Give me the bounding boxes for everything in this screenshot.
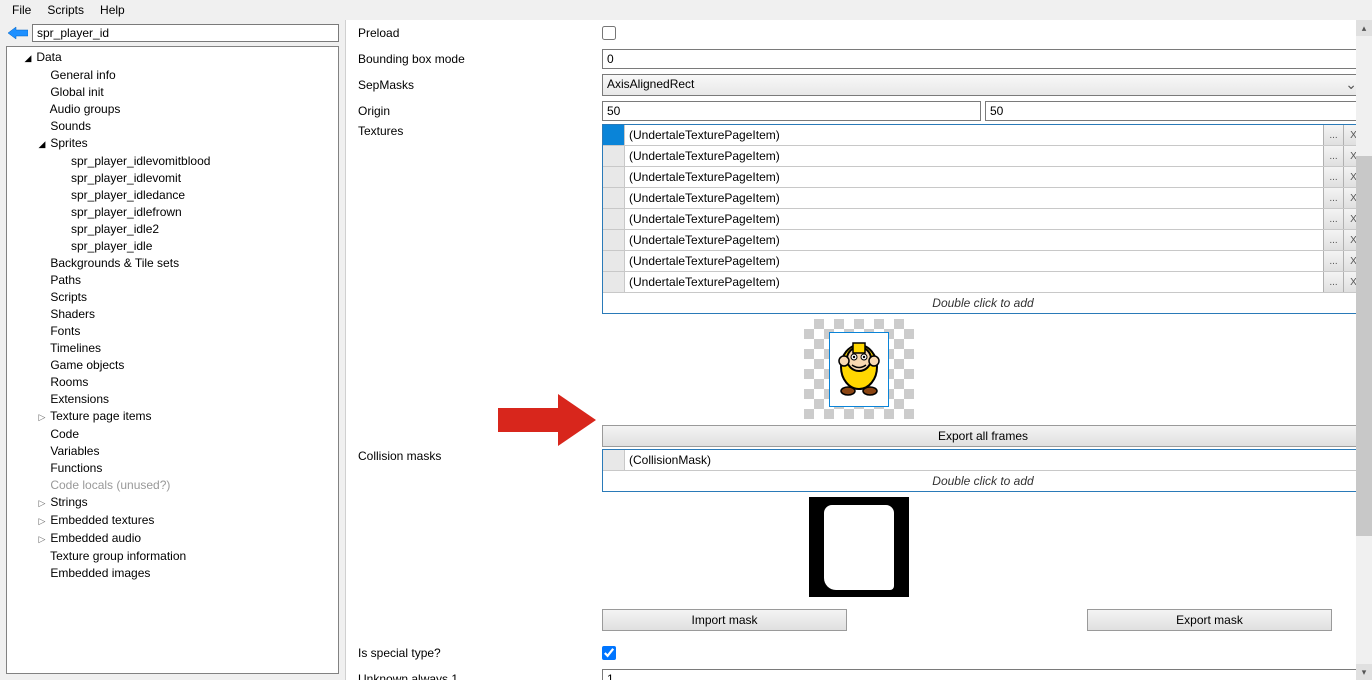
unknown-input[interactable]	[602, 669, 1364, 680]
texture-browse-button[interactable]: ...	[1323, 272, 1343, 292]
back-arrow-icon[interactable]	[8, 26, 28, 40]
collision-add-hint[interactable]: Double click to add	[603, 471, 1363, 491]
tree-root[interactable]: ◢ Data	[7, 49, 338, 67]
tree-item[interactable]: Paths	[7, 272, 338, 289]
tree-view[interactable]: ◢ Data General info Global init Audio gr…	[6, 46, 339, 674]
tree-item[interactable]: ▷ Embedded audio	[7, 530, 338, 548]
scrollbar-thumb[interactable]	[1356, 156, 1372, 536]
origin-y-input[interactable]	[985, 101, 1364, 121]
search-input[interactable]	[32, 24, 339, 42]
texture-browse-button[interactable]: ...	[1323, 209, 1343, 229]
tree-item[interactable]: Code locals (unused?)	[7, 477, 338, 494]
texture-browse-button[interactable]: ...	[1323, 125, 1343, 145]
tree-item[interactable]: Embedded images	[7, 565, 338, 582]
tree-item[interactable]: spr_player_idle	[7, 238, 338, 255]
texture-item[interactable]: (UndertaleTexturePageItem)	[625, 209, 1323, 229]
tree-item[interactable]: Texture group information	[7, 548, 338, 565]
tree-item[interactable]: Rooms	[7, 374, 338, 391]
collision-masks-label: Collision masks	[354, 449, 602, 463]
tree-item[interactable]: ◢ Sprites	[7, 135, 338, 153]
texture-item[interactable]: (UndertaleTexturePageItem)	[625, 230, 1323, 250]
texture-preview	[804, 319, 914, 419]
tree-item[interactable]: Audio groups	[7, 101, 338, 118]
tree-item[interactable]: spr_player_idle2	[7, 221, 338, 238]
tree-item[interactable]: spr_player_idledance	[7, 187, 338, 204]
tree-item[interactable]: ▷ Texture page items	[7, 408, 338, 426]
tree-item[interactable]: Shaders	[7, 306, 338, 323]
right-panel: Preload Bounding box mode SepMasks AxisA…	[346, 20, 1372, 680]
preload-label: Preload	[354, 26, 602, 40]
tree-item[interactable]: Extensions	[7, 391, 338, 408]
vertical-scrollbar[interactable]: ▴ ▾	[1356, 20, 1372, 680]
tree-item[interactable]: Fonts	[7, 323, 338, 340]
tree-item[interactable]: Code	[7, 426, 338, 443]
menu-file[interactable]: File	[4, 1, 39, 19]
preload-checkbox[interactable]	[602, 26, 616, 40]
tree-item[interactable]: Game objects	[7, 357, 338, 374]
import-mask-button[interactable]: Import mask	[602, 609, 847, 631]
menu-scripts[interactable]: Scripts	[39, 1, 92, 19]
unknown-label: Unknown always 1	[354, 672, 602, 680]
left-panel: ◢ Data General info Global init Audio gr…	[0, 20, 346, 680]
menubar: File Scripts Help	[0, 0, 1372, 20]
bbox-input[interactable]	[602, 49, 1364, 69]
menu-help[interactable]: Help	[92, 1, 133, 19]
tree-item[interactable]: Functions	[7, 460, 338, 477]
texture-item[interactable]: (UndertaleTexturePageItem)	[625, 251, 1323, 271]
tree-item[interactable]: Variables	[7, 443, 338, 460]
bbox-label: Bounding box mode	[354, 52, 602, 66]
textures-list[interactable]: (UndertaleTexturePageItem)...X(Undertale…	[602, 124, 1364, 314]
origin-label: Origin	[354, 104, 602, 118]
texture-browse-button[interactable]: ...	[1323, 251, 1343, 271]
tree-item[interactable]: spr_player_idlevomit	[7, 170, 338, 187]
origin-x-input[interactable]	[602, 101, 981, 121]
texture-browse-button[interactable]: ...	[1323, 230, 1343, 250]
special-type-label: Is special type?	[354, 646, 602, 660]
texture-item[interactable]: (UndertaleTexturePageItem)	[625, 188, 1323, 208]
tree-item[interactable]: spr_player_idlefrown	[7, 204, 338, 221]
export-all-frames-button[interactable]: Export all frames	[602, 425, 1364, 447]
texture-item[interactable]: (UndertaleTexturePageItem)	[625, 146, 1323, 166]
special-type-checkbox[interactable]	[602, 646, 616, 660]
tree-item[interactable]: Sounds	[7, 118, 338, 135]
tree-item[interactable]: ▷ Strings	[7, 494, 338, 512]
mask-preview	[809, 497, 909, 597]
collision-item[interactable]: (CollisionMask)	[625, 450, 1363, 470]
sepmasks-label: SepMasks	[354, 78, 602, 92]
textures-label: Textures	[354, 124, 602, 138]
texture-browse-button[interactable]: ...	[1323, 146, 1343, 166]
texture-add-hint[interactable]: Double click to add	[603, 293, 1363, 313]
texture-browse-button[interactable]: ...	[1323, 167, 1343, 187]
sprite-preview-image	[829, 332, 889, 407]
tree-item[interactable]: Backgrounds & Tile sets	[7, 255, 338, 272]
tree-item[interactable]: Scripts	[7, 289, 338, 306]
sepmasks-select[interactable]: AxisAlignedRect	[602, 74, 1364, 96]
tree-item[interactable]: spr_player_idlevomitblood	[7, 153, 338, 170]
texture-browse-button[interactable]: ...	[1323, 188, 1343, 208]
texture-item[interactable]: (UndertaleTexturePageItem)	[625, 272, 1323, 292]
tree-item[interactable]: Global init	[7, 84, 338, 101]
tree-item[interactable]: General info	[7, 67, 338, 84]
texture-item[interactable]: (UndertaleTexturePageItem)	[625, 125, 1323, 145]
tree-item[interactable]: Timelines	[7, 340, 338, 357]
tree-item[interactable]: ▷ Embedded textures	[7, 512, 338, 530]
export-mask-button[interactable]: Export mask	[1087, 609, 1332, 631]
texture-item[interactable]: (UndertaleTexturePageItem)	[625, 167, 1323, 187]
collision-list[interactable]: (CollisionMask) Double click to add	[602, 449, 1364, 492]
